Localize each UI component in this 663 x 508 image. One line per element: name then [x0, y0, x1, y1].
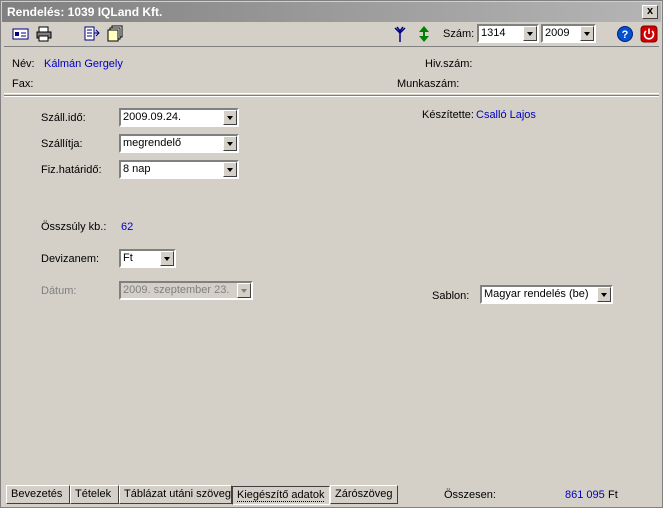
delivery-time-value: 2009.09.24. [123, 111, 182, 123]
total-weight-label: Összsúly kb.: [41, 221, 107, 233]
reference-number-label: Hiv.szám: [425, 58, 473, 70]
tab-zaroszoveg[interactable]: Zárószöveg [330, 485, 398, 504]
header-panel: Név: Kálmán Gergely Fax: Hiv.szám: Munka… [4, 46, 659, 94]
shipper-value: megrendelő [123, 137, 182, 149]
created-by-label: Készítette: [422, 109, 474, 121]
shipper-dropdown-button[interactable] [223, 136, 237, 151]
date-dropdown-button [237, 283, 251, 298]
order-window: Rendelés: 1039 IQLand Kft. x Szám: 1314 … [0, 0, 663, 508]
payment-deadline-dropdown-button[interactable] [223, 162, 237, 177]
tab-kiegeszito-adatok[interactable]: Kiegészítő adatok [232, 486, 330, 505]
currency-dropdown-button[interactable] [160, 251, 174, 266]
template-dropdown-button[interactable] [597, 287, 611, 302]
antenna-icon[interactable] [391, 25, 409, 43]
payment-deadline-label: Fiz.határidő: [41, 164, 102, 176]
delivery-time-label: Száll.idő: [41, 112, 86, 124]
document-export-icon[interactable] [83, 25, 101, 43]
printer-icon[interactable] [35, 25, 53, 43]
template-value: Magyar rendelés (be) [484, 288, 589, 300]
created-by-value: Csalló Lajos [476, 109, 536, 121]
total-label: Összesen: [444, 489, 496, 501]
svg-text:?: ? [622, 29, 629, 41]
power-exit-icon[interactable] [640, 25, 658, 43]
toolbar: Szám: 1314 2009 ? [2, 23, 661, 45]
number-value: 1314 [481, 27, 506, 39]
tab-tablazat-utani-szoveg[interactable]: Táblázat utáni szöveg [119, 485, 232, 504]
tab-bevezetes[interactable]: Bevezetés [6, 485, 70, 504]
tab-tetelek[interactable]: Tételek [70, 485, 119, 504]
total-value: 861 095 [565, 489, 605, 501]
name-value: Kálmán Gergely [44, 58, 123, 70]
shipper-label: Szállítja: [41, 138, 83, 150]
name-label: Név: [12, 58, 35, 70]
year-dropdown-button[interactable] [580, 26, 594, 41]
payment-deadline-value: 8 nap [123, 163, 151, 175]
currency-label: Devizanem: [41, 253, 100, 265]
template-combo[interactable]: Magyar rendelés (be) [480, 285, 613, 304]
bottom-bar: Bevezetés Tételek Táblázat utáni szöveg … [2, 485, 661, 507]
payment-deadline-combo[interactable]: 8 nap [119, 160, 239, 179]
help-icon[interactable]: ? [616, 25, 634, 43]
up-down-arrows-icon[interactable] [415, 25, 433, 43]
number-label: Szám: [443, 28, 475, 40]
close-button[interactable]: x [642, 5, 658, 19]
card-icon[interactable] [12, 25, 30, 43]
date-label: Dátum: [41, 285, 77, 297]
separator [4, 95, 659, 97]
year-value: 2009 [545, 27, 570, 39]
total-currency: Ft [608, 489, 618, 501]
date-combo: 2009. szeptember 23. [119, 281, 253, 300]
year-combo[interactable]: 2009 [541, 24, 596, 43]
job-number-label: Munkaszám: [397, 78, 460, 90]
copy-icon[interactable] [106, 25, 124, 43]
title-bar[interactable]: Rendelés: 1039 IQLand Kft. x [2, 2, 661, 22]
window-title: Rendelés: 1039 IQLand Kft. [7, 5, 163, 19]
shipper-combo[interactable]: megrendelő [119, 134, 239, 153]
total-weight-value: 62 [121, 221, 134, 233]
currency-value: Ft [123, 252, 133, 264]
number-combo[interactable]: 1314 [477, 24, 539, 43]
delivery-time-dropdown-button[interactable] [223, 110, 237, 125]
template-label: Sablon: [432, 290, 470, 302]
currency-combo[interactable]: Ft [119, 249, 176, 268]
delivery-time-combo[interactable]: 2009.09.24. [119, 108, 239, 127]
number-dropdown-button[interactable] [523, 26, 537, 41]
fax-label: Fax: [12, 78, 34, 90]
date-value: 2009. szeptember 23. [123, 284, 230, 296]
